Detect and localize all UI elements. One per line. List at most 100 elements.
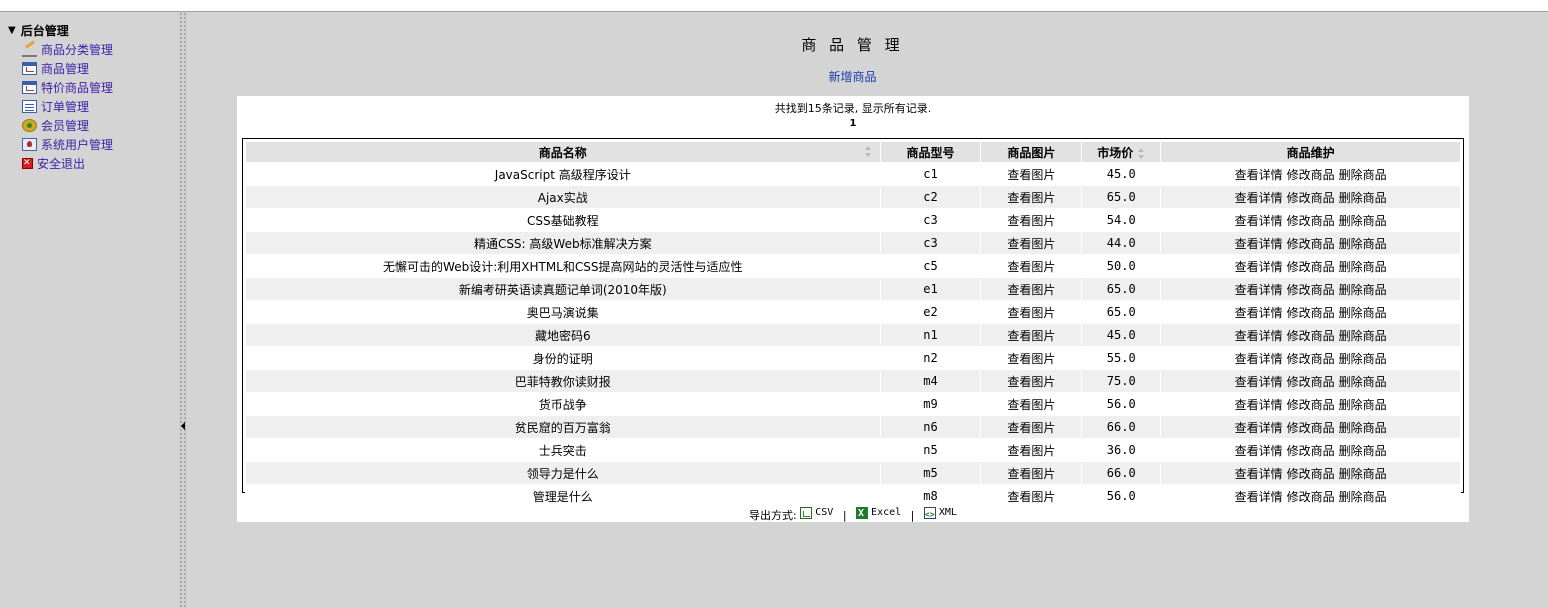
delete-goods-link[interactable]: 删除商品 (1339, 306, 1387, 320)
column-header-price[interactable]: 市场价 (1081, 141, 1162, 163)
view-detail-link[interactable]: 查看详情 (1235, 260, 1283, 274)
view-image-link[interactable]: 查看图片 (1007, 490, 1055, 504)
edit-goods-link[interactable]: 修改商品 (1287, 191, 1335, 205)
goods-model-cell: n2 (879, 346, 982, 370)
edit-goods-link[interactable]: 修改商品 (1287, 168, 1335, 182)
goods-actions-cell: 查看详情 修改商品 删除商品 (1160, 438, 1461, 462)
delete-goods-link[interactable]: 删除商品 (1339, 490, 1387, 504)
export-excel-link[interactable]: Excel (856, 504, 901, 523)
edit-goods-link[interactable]: 修改商品 (1287, 467, 1335, 481)
user-icon (22, 138, 37, 151)
delete-goods-link[interactable]: 删除商品 (1339, 237, 1387, 251)
view-image-link[interactable]: 查看图片 (1007, 306, 1055, 320)
table-row: 奥巴马演说集 e2 查看图片 65.0 查看详情 修改商品 删除商品 (245, 300, 1461, 324)
sidebar-item-system-users[interactable]: 系统用户管理 (22, 135, 113, 154)
sidebar-item-label: 商品管理 (41, 62, 90, 76)
view-detail-link[interactable]: 查看详情 (1235, 490, 1283, 504)
view-image-link[interactable]: 查看图片 (1007, 191, 1055, 205)
delete-goods-link[interactable]: 删除商品 (1339, 191, 1387, 205)
sidebar-item-orders[interactable]: 订单管理 (22, 97, 113, 116)
view-detail-link[interactable]: 查看详情 (1235, 329, 1283, 343)
xml-icon (923, 506, 936, 524)
export-xml-link[interactable]: XML (923, 504, 957, 524)
sort-icon[interactable] (1138, 147, 1145, 159)
goods-actions-cell: 查看详情 修改商品 删除商品 (1160, 323, 1461, 347)
view-image-link[interactable]: 查看图片 (1007, 352, 1055, 366)
goods-model-cell: c3 (879, 208, 982, 232)
sort-icon[interactable] (864, 146, 872, 157)
page-number[interactable]: 1 (237, 118, 1469, 129)
triangle-down-icon[interactable]: ▼ (8, 25, 16, 36)
view-image-link[interactable]: 查看图片 (1007, 283, 1055, 297)
view-image-link[interactable]: 查看图片 (1007, 237, 1055, 251)
goods-name-cell: 身份的证明 (245, 346, 881, 370)
goods-actions-cell: 查看详情 修改商品 删除商品 (1160, 162, 1461, 186)
edit-goods-link[interactable]: 修改商品 (1287, 214, 1335, 228)
view-detail-link[interactable]: 查看详情 (1235, 421, 1283, 435)
edit-goods-link[interactable]: 修改商品 (1287, 306, 1335, 320)
window-icon (22, 81, 37, 94)
delete-goods-link[interactable]: 删除商品 (1339, 444, 1387, 458)
delete-goods-link[interactable]: 删除商品 (1339, 352, 1387, 366)
column-header-image: 商品图片 (980, 141, 1083, 163)
edit-goods-link[interactable]: 修改商品 (1287, 260, 1335, 274)
edit-goods-link[interactable]: 修改商品 (1287, 444, 1335, 458)
goods-price-cell: 50.0 (1081, 254, 1162, 278)
column-header-name[interactable]: 商品名称 (245, 141, 881, 163)
frame-splitter[interactable] (179, 12, 187, 608)
sidebar-item-special-goods[interactable]: 特价商品管理 (22, 78, 113, 97)
delete-goods-link[interactable]: 删除商品 (1339, 168, 1387, 182)
export-csv-link[interactable]: CSV (800, 504, 833, 522)
edit-goods-link[interactable]: 修改商品 (1287, 490, 1335, 504)
view-detail-link[interactable]: 查看详情 (1235, 352, 1283, 366)
view-detail-link[interactable]: 查看详情 (1235, 191, 1283, 205)
view-image-link[interactable]: 查看图片 (1007, 375, 1055, 389)
sidebar-item-goods[interactable]: 商品管理 (22, 59, 113, 78)
view-image-link[interactable]: 查看图片 (1007, 168, 1055, 182)
goods-price-cell: 36.0 (1081, 438, 1162, 462)
edit-goods-link[interactable]: 修改商品 (1287, 352, 1335, 366)
delete-goods-link[interactable]: 删除商品 (1339, 283, 1387, 297)
view-image-link[interactable]: 查看图片 (1007, 214, 1055, 228)
view-detail-link[interactable]: 查看详情 (1235, 467, 1283, 481)
delete-goods-link[interactable]: 删除商品 (1339, 398, 1387, 412)
delete-goods-link[interactable]: 删除商品 (1339, 421, 1387, 435)
goods-price-cell: 75.0 (1081, 369, 1162, 393)
view-image-link[interactable]: 查看图片 (1007, 329, 1055, 343)
sidebar-item-category[interactable]: 商品分类管理 (22, 40, 113, 59)
table-row: 货币战争 m9 查看图片 56.0 查看详情 修改商品 删除商品 (245, 392, 1461, 416)
delete-goods-link[interactable]: 删除商品 (1339, 375, 1387, 389)
sidebar-item-members[interactable]: 会员管理 (22, 116, 113, 135)
edit-goods-link[interactable]: 修改商品 (1287, 329, 1335, 343)
view-image-cell: 查看图片 (980, 208, 1083, 232)
goods-model-cell: m4 (879, 369, 982, 393)
view-image-link[interactable]: 查看图片 (1007, 467, 1055, 481)
view-image-link[interactable]: 查看图片 (1007, 398, 1055, 412)
view-image-link[interactable]: 查看图片 (1007, 444, 1055, 458)
view-image-link[interactable]: 查看图片 (1007, 260, 1055, 274)
view-image-link[interactable]: 查看图片 (1007, 421, 1055, 435)
view-detail-link[interactable]: 查看详情 (1235, 375, 1283, 389)
delete-goods-link[interactable]: 删除商品 (1339, 260, 1387, 274)
goods-name-cell: Ajax实战 (245, 185, 881, 209)
tree-root-admin[interactable]: ▼ 后台管理 (8, 22, 69, 39)
view-detail-link[interactable]: 查看详情 (1235, 398, 1283, 412)
delete-goods-link[interactable]: 删除商品 (1339, 214, 1387, 228)
table-row: 新编考研英语读真题记单词(2010年版) e1 查看图片 65.0 查看详情 修改商品 删除… (245, 277, 1461, 301)
delete-goods-link[interactable]: 删除商品 (1339, 467, 1387, 481)
edit-goods-link[interactable]: 修改商品 (1287, 237, 1335, 251)
delete-goods-link[interactable]: 删除商品 (1339, 329, 1387, 343)
collapse-arrow-icon[interactable] (181, 422, 185, 430)
view-detail-link[interactable]: 查看详情 (1235, 168, 1283, 182)
edit-goods-link[interactable]: 修改商品 (1287, 421, 1335, 435)
view-detail-link[interactable]: 查看详情 (1235, 306, 1283, 320)
add-goods-link[interactable]: 新增商品 (187, 68, 1518, 85)
view-detail-link[interactable]: 查看详情 (1235, 283, 1283, 297)
view-detail-link[interactable]: 查看详情 (1235, 444, 1283, 458)
view-detail-link[interactable]: 查看详情 (1235, 237, 1283, 251)
edit-goods-link[interactable]: 修改商品 (1287, 283, 1335, 297)
view-detail-link[interactable]: 查看详情 (1235, 214, 1283, 228)
sidebar-item-logout[interactable]: 安全退出 (22, 154, 113, 173)
edit-goods-link[interactable]: 修改商品 (1287, 398, 1335, 412)
edit-goods-link[interactable]: 修改商品 (1287, 375, 1335, 389)
